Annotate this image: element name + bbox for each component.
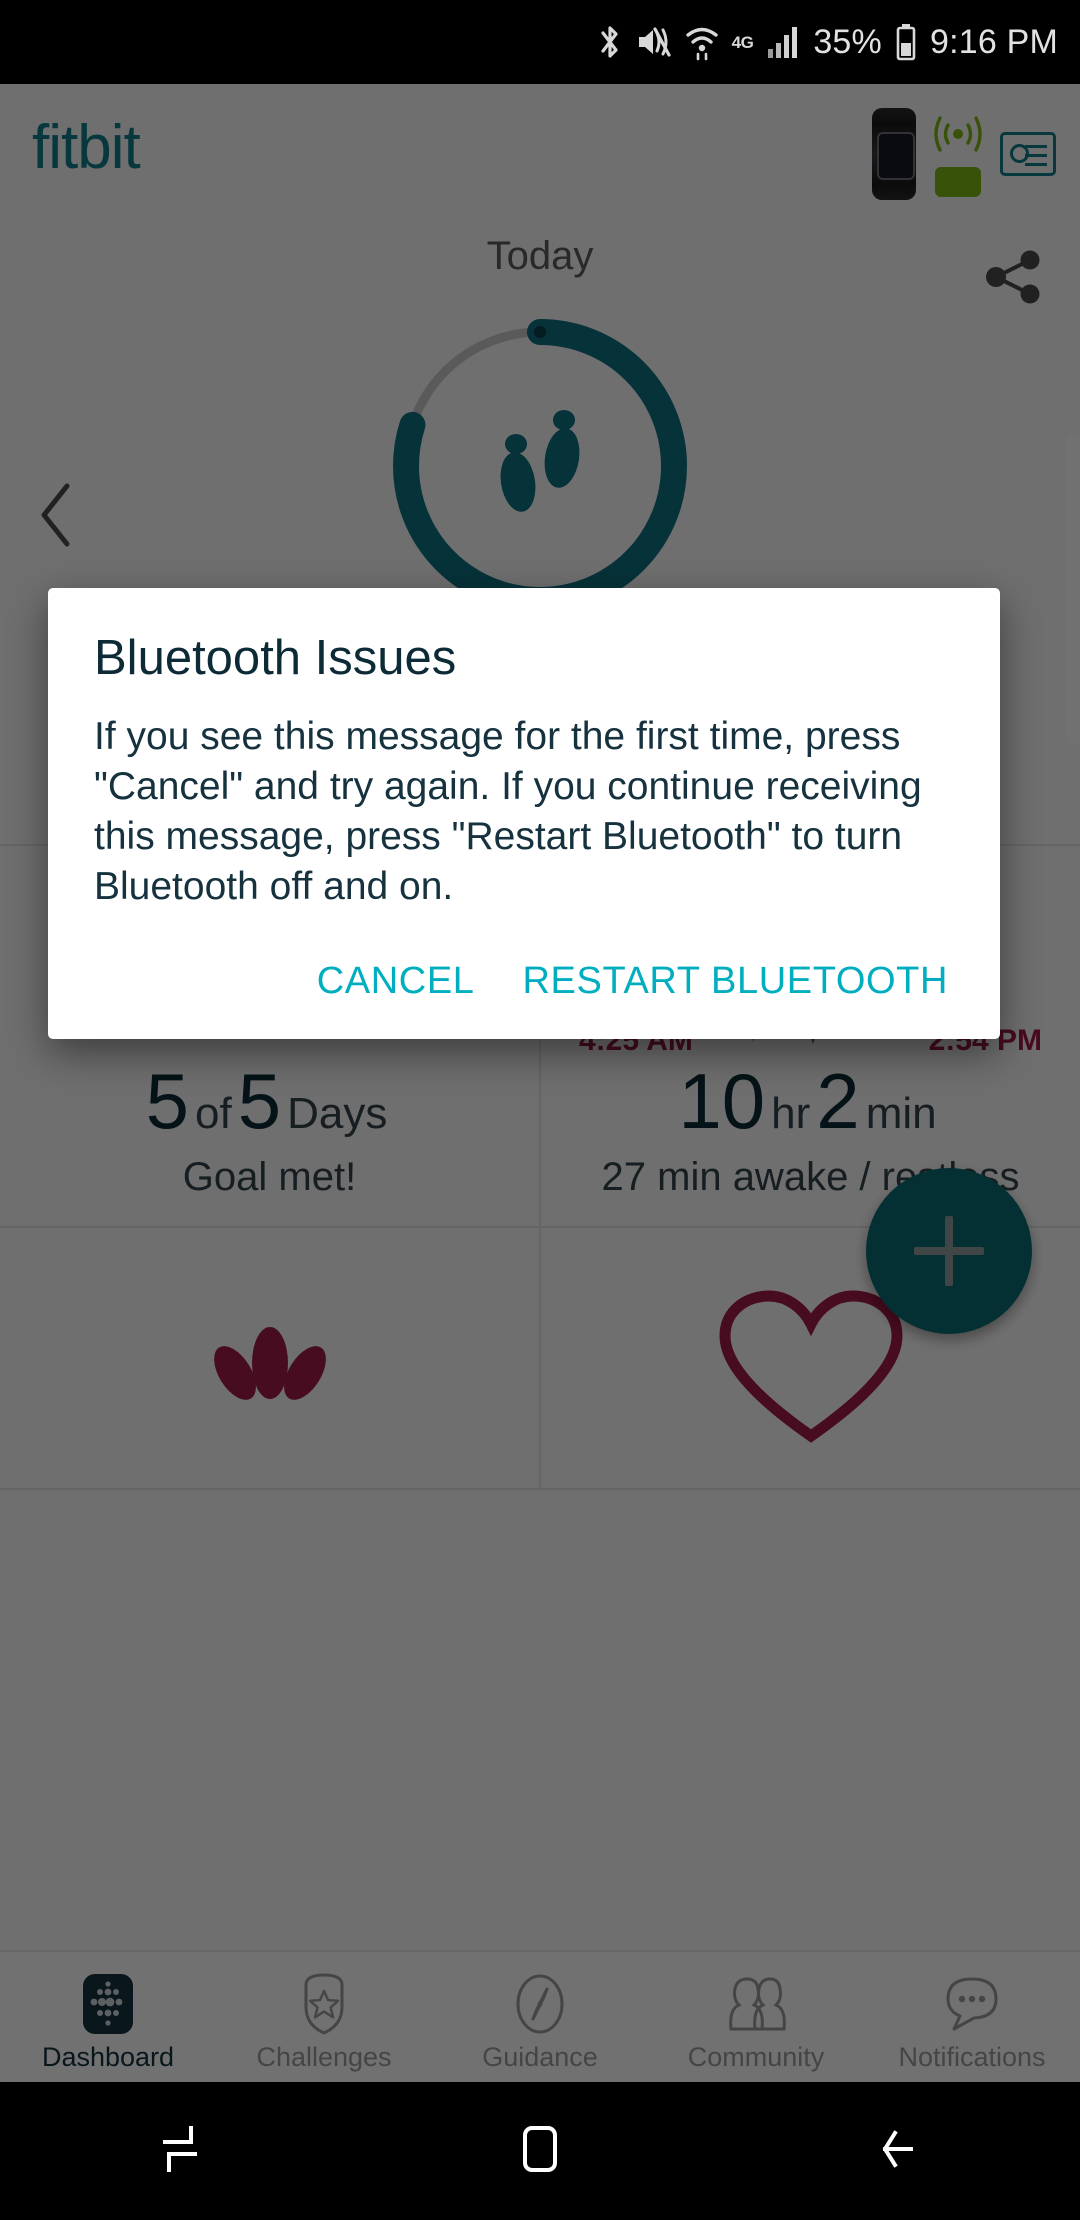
device-battery-icon <box>935 167 981 197</box>
sync-wireless-icon[interactable] <box>930 112 986 161</box>
battery-percent-label: 35% <box>813 23 882 62</box>
clock-label: 9:16 PM <box>930 23 1058 62</box>
account-card-icon[interactable] <box>1000 132 1056 176</box>
signal-icon <box>766 25 800 59</box>
sleep-hours: 10 <box>678 1057 765 1145</box>
steps-progress-ring[interactable] <box>390 316 690 621</box>
fitbit-logo: fitbit <box>32 112 140 183</box>
dialog-actions: CANCEL RESTART BLUETOOTH <box>94 960 954 1017</box>
sleep-minutes: 2 <box>816 1057 859 1145</box>
dialog-message: If you see this message for the first ti… <box>94 712 954 912</box>
back-button[interactable] <box>720 2120 1080 2183</box>
dialog-title: Bluetooth Issues <box>94 630 954 686</box>
date-label: Today <box>0 234 1080 279</box>
dashboard-grid-icon <box>82 1972 134 2036</box>
vibrate-mute-icon <box>636 25 672 59</box>
nav-label-dashboard: Dashboard <box>42 2042 174 2073</box>
battery-icon <box>895 23 917 61</box>
device-status-cluster[interactable] <box>872 108 1056 200</box>
speech-bubble-icon <box>942 1972 1002 2036</box>
exercise-of-label: of <box>195 1089 232 1138</box>
water-lotus-icon <box>0 1276 539 1466</box>
exercise-days-goal: 5 <box>238 1057 281 1145</box>
bottom-navigation: Dashboard Challenges Guidance <box>0 1950 1080 2092</box>
add-button[interactable] <box>866 1168 1032 1334</box>
scrollbar[interactable] <box>1066 434 1080 744</box>
app-header: fitbit <box>0 84 1080 228</box>
exercise-sublabel: Goal met! <box>183 1155 356 1200</box>
exercise-days-unit: Days <box>287 1089 387 1138</box>
shield-star-icon <box>297 1972 351 2036</box>
previous-day-button[interactable] <box>34 480 78 555</box>
share-icon[interactable] <box>982 246 1046 313</box>
recents-button[interactable] <box>0 2120 360 2183</box>
nav-label-notifications: Notifications <box>898 2042 1045 2073</box>
device-tracker-icon[interactable] <box>872 108 916 200</box>
nav-label-challenges: Challenges <box>256 2042 391 2073</box>
exercise-days-done: 5 <box>146 1057 189 1145</box>
water-card[interactable] <box>0 1228 539 1488</box>
nav-label-community: Community <box>688 2042 825 2073</box>
plus-icon <box>914 1216 984 1286</box>
date-nav-row: Today <box>0 228 1080 306</box>
status-bar: 4G 35% 9:16 PM <box>0 0 1080 84</box>
back-icon <box>871 2120 929 2183</box>
nav-item-guidance[interactable]: Guidance <box>432 1972 648 2073</box>
wifi-icon <box>685 23 719 61</box>
recents-icon <box>151 2120 209 2183</box>
sleep-hours-unit: hr <box>771 1089 810 1138</box>
restart-bluetooth-button[interactable]: RESTART BLUETOOTH <box>523 960 948 1003</box>
nav-item-challenges[interactable]: Challenges <box>216 1972 432 2073</box>
nav-item-dashboard[interactable]: Dashboard <box>0 1972 216 2073</box>
exercise-readout: 5of5Days <box>146 1056 394 1147</box>
bluetooth-icon <box>597 23 623 61</box>
sleep-minutes-unit: min <box>866 1089 937 1138</box>
people-icon <box>723 1972 789 2036</box>
lte-icon: 4G <box>732 34 754 51</box>
nav-item-notifications[interactable]: Notifications <box>864 1972 1080 2073</box>
cancel-button[interactable]: CANCEL <box>317 960 475 1003</box>
bluetooth-issues-dialog: Bluetooth Issues If you see this message… <box>48 588 1000 1039</box>
home-icon <box>513 2120 567 2183</box>
nav-label-guidance: Guidance <box>482 2042 598 2073</box>
fitbit-dashboard: fitbit Today <box>0 84 1080 2092</box>
sleep-readout: 10hr2min <box>678 1056 942 1147</box>
nav-item-community[interactable]: Community <box>648 1972 864 2073</box>
android-navigation-bar <box>0 2082 1080 2220</box>
home-button[interactable] <box>360 2120 720 2183</box>
compass-icon <box>513 1972 567 2036</box>
